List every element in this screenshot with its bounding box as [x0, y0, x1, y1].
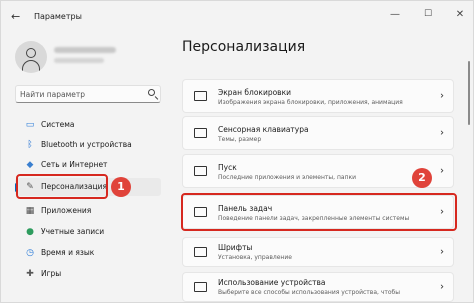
chevron-right-icon: › — [440, 246, 444, 258]
maximize-button[interactable]: ☐ — [421, 9, 435, 19]
step-badge-1: 1 — [111, 177, 131, 197]
apps-icon: ▦ — [25, 206, 35, 216]
app-title: Параметры — [34, 12, 82, 21]
back-arrow-icon[interactable]: ← — [11, 10, 20, 23]
annotation-highlight-personalization — [16, 174, 108, 199]
bluetooth-icon: ᛒ — [27, 140, 33, 150]
card-device-usage[interactable]: Использование устройства Выберите все сп… — [182, 272, 454, 302]
card-title: Шрифты — [218, 243, 253, 252]
chevron-right-icon: › — [440, 281, 444, 293]
sidebar-item-label: Учетные записи — [41, 227, 105, 236]
annotation-highlight-taskbar — [181, 193, 457, 231]
step-badge-2: 2 — [412, 168, 432, 188]
card-subtitle: Темы, размер — [218, 136, 262, 143]
user-avatar-icon[interactable] — [15, 41, 47, 73]
card-title: Экран блокировки — [218, 88, 291, 97]
sidebar-item-label: Игры — [41, 269, 62, 278]
sidebar-item-label: Сеть и Интернет — [41, 160, 108, 169]
network-icon: ◆ — [26, 160, 34, 170]
title-bar: ← Параметры — ☐ ✕ — [1, 1, 474, 31]
card-title: Использование устройства — [218, 278, 326, 287]
gamepad-icon: ✚ — [26, 269, 34, 279]
account-icon: ● — [26, 227, 34, 237]
start-menu-icon — [194, 166, 207, 176]
page-title: Персонализация — [182, 39, 306, 55]
card-subtitle: Последние приложения и элементы, папки — [218, 174, 357, 181]
chevron-right-icon: › — [440, 90, 444, 102]
account-name-blurred — [54, 47, 116, 53]
settings-window: ← Параметры — ☐ ✕ ▭ Система ᛒ Bluetooth … — [0, 0, 474, 303]
avatar-body — [22, 60, 40, 73]
card-title: Сенсорная клавиатура — [218, 125, 309, 134]
card-title: Пуск — [218, 163, 237, 172]
globe-clock-icon: ◷ — [26, 248, 34, 258]
card-subtitle: Выберите все способы использования устро… — [218, 289, 400, 296]
search-icon[interactable] — [148, 89, 155, 96]
keyboard-icon — [194, 128, 207, 138]
fonts-icon — [194, 247, 207, 257]
sidebar-item-apps[interactable]: ▦ Приложения — [15, 202, 161, 220]
close-button[interactable]: ✕ — [453, 9, 467, 20]
monitor-icon: ▭ — [25, 120, 35, 130]
sidebar-item-label: Bluetooth и устройства — [41, 140, 132, 149]
account-email-blurred — [54, 58, 104, 63]
sidebar-item-time-language[interactable]: ◷ Время и язык — [15, 244, 161, 262]
sidebar-item-bluetooth[interactable]: ᛒ Bluetooth и устройства — [15, 136, 161, 154]
card-lock-screen[interactable]: Экран блокировки Изображения экрана блок… — [182, 79, 454, 113]
sidebar-item-label: Приложения — [41, 206, 92, 215]
card-subtitle: Установка, управление — [218, 254, 292, 261]
scrollbar[interactable] — [468, 61, 470, 125]
minimize-button[interactable]: — — [388, 9, 402, 20]
sidebar-item-network[interactable]: ◆ Сеть и Интернет — [15, 156, 161, 174]
lock-screen-icon — [194, 91, 207, 101]
chevron-right-icon: › — [440, 165, 444, 177]
sidebar-item-label: Время и язык — [41, 248, 95, 257]
card-subtitle: Изображения экрана блокировки, приложени… — [218, 99, 403, 106]
card-touch-keyboard[interactable]: Сенсорная клавиатура Темы, размер › — [182, 116, 454, 150]
search-box[interactable] — [15, 85, 161, 103]
sidebar-item-label: Система — [41, 120, 75, 129]
avatar-head — [26, 48, 36, 58]
device-usage-icon — [194, 282, 207, 292]
search-input[interactable] — [20, 87, 140, 101]
sidebar-item-accounts[interactable]: ● Учетные записи — [15, 223, 161, 241]
chevron-right-icon: › — [440, 127, 444, 139]
sidebar-item-gaming[interactable]: ✚ Игры — [15, 265, 161, 283]
sidebar-item-system[interactable]: ▭ Система — [15, 116, 161, 134]
card-fonts[interactable]: Шрифты Установка, управление › — [182, 237, 454, 267]
